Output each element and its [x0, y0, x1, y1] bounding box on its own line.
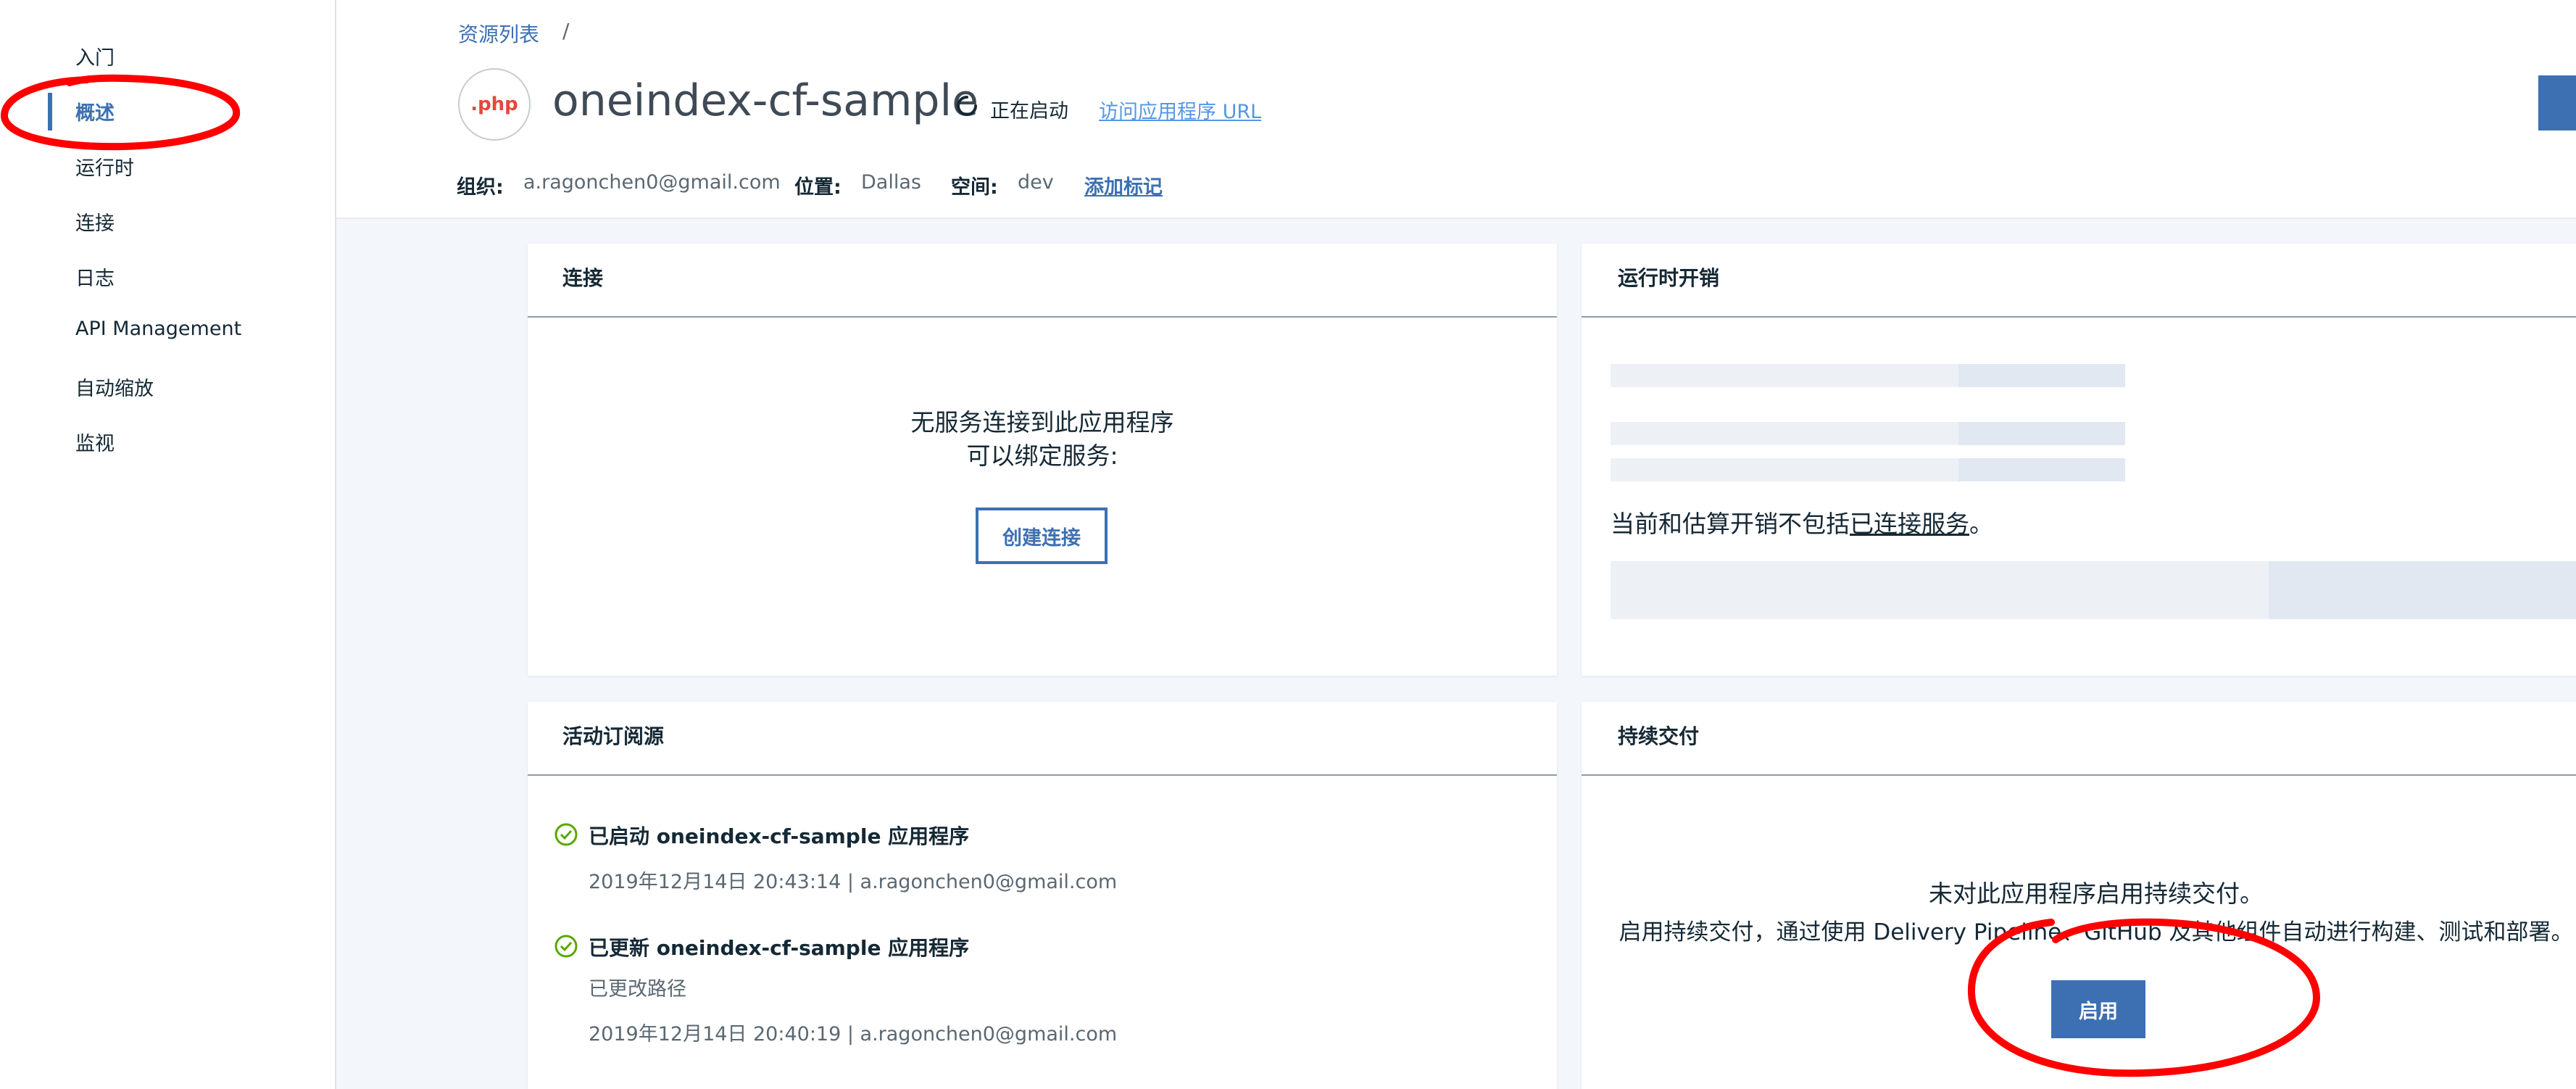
status-text: 正在启动 [990, 100, 1068, 123]
connections-card-title: 连接 [562, 266, 604, 290]
breadcrumb-separator: / [562, 19, 570, 43]
continuous-delivery-card-header [1582, 702, 2576, 776]
sidebar: 入门 概述 运行时 连接 日志 API Management 自动缩放 监视 [0, 0, 336, 1089]
sidebar-item-logs[interactable]: 日志 [75, 262, 115, 291]
sidebar-item-getting-started[interactable]: 入门 [75, 42, 115, 70]
location-label: 位置: [794, 176, 842, 199]
activity-meta: 2019年12月14日 20:43:14 | a.ragonchen0@gmai… [589, 871, 1118, 893]
sidebar-item-overview[interactable]: 概述 [75, 97, 115, 125]
header-action-button[interactable] [2538, 75, 2576, 131]
create-connection-button[interactable]: 创建连接 [976, 508, 1108, 564]
activity-title: 已启动 oneindex-cf-sample 应用程序 [589, 824, 970, 848]
skeleton-bar [1611, 458, 1958, 481]
activity-title: 已更新 oneindex-cf-sample 应用程序 [589, 936, 970, 960]
connections-card-header [528, 244, 1557, 318]
space-value: dev [1018, 171, 1054, 194]
skeleton-bar [1958, 422, 2125, 445]
sidebar-item-monitoring[interactable]: 监视 [75, 428, 115, 456]
sidebar-item-autoscaling[interactable]: 自动缩放 [75, 373, 154, 401]
runtime-cost-card-header [1582, 244, 2576, 318]
skeleton-bar [1611, 364, 1958, 387]
continuous-delivery-card-title: 持续交付 [1618, 724, 1700, 748]
activity-feed-card-header [528, 702, 1557, 776]
skeleton-bar [1958, 458, 2125, 481]
check-circle-icon [554, 935, 578, 958]
skeleton-bar [1958, 364, 2125, 387]
activity-detail: 已更改路径 [589, 978, 686, 1001]
space-label: 空间: [951, 176, 998, 199]
check-circle-icon [554, 823, 578, 846]
skeleton-block [1611, 561, 2269, 619]
connected-services-link[interactable]: 已连接服务 [1850, 510, 1969, 538]
cost-note-prefix: 当前和估算开销不包括 [1611, 510, 1850, 538]
sidebar-active-indicator [48, 93, 52, 131]
cd-description-text: 启用持续交付，通过使用 Delivery Pipeline、GitHub 及其他… [1619, 919, 2574, 945]
skeleton-bar [1611, 422, 1958, 445]
sidebar-item-connections[interactable]: 连接 [75, 207, 115, 236]
visit-app-url-link[interactable]: 访问应用程序 URL [1099, 96, 1261, 124]
bind-service-text: 可以绑定服务: [966, 442, 1118, 470]
activity-meta: 2019年12月14日 20:40:19 | a.ragonchen0@gmai… [589, 1023, 1118, 1045]
spinner-icon [957, 96, 977, 116]
location-value: Dallas [861, 171, 921, 194]
no-connections-text: 无服务连接到此应用程序 [910, 408, 1174, 436]
org-label: 组织: [457, 176, 504, 199]
cost-note: 当前和估算开销不包括已连接服务。 [1611, 505, 1993, 539]
sidebar-item-api-management[interactable]: API Management [75, 318, 241, 340]
page-title: oneindex-cf-sample [552, 75, 979, 126]
php-logo: .php [458, 68, 531, 141]
skeleton-block [2269, 561, 2576, 619]
logo-text: .php [470, 94, 518, 115]
enable-button[interactable]: 启用 [2051, 980, 2145, 1038]
runtime-cost-card-title: 运行时开销 [1618, 266, 1720, 290]
activity-feed-card-title: 活动订阅源 [562, 724, 665, 748]
sidebar-item-runtime[interactable]: 运行时 [75, 152, 134, 181]
cost-note-suffix: 。 [1969, 510, 1993, 538]
org-value: a.ragonchen0@gmail.com [523, 171, 781, 194]
cd-not-enabled-text: 未对此应用程序启用持续交付。 [1929, 879, 2264, 908]
add-tag-link[interactable]: 添加标记 [1084, 171, 1163, 199]
breadcrumb-resource-list[interactable]: 资源列表 [458, 19, 539, 48]
